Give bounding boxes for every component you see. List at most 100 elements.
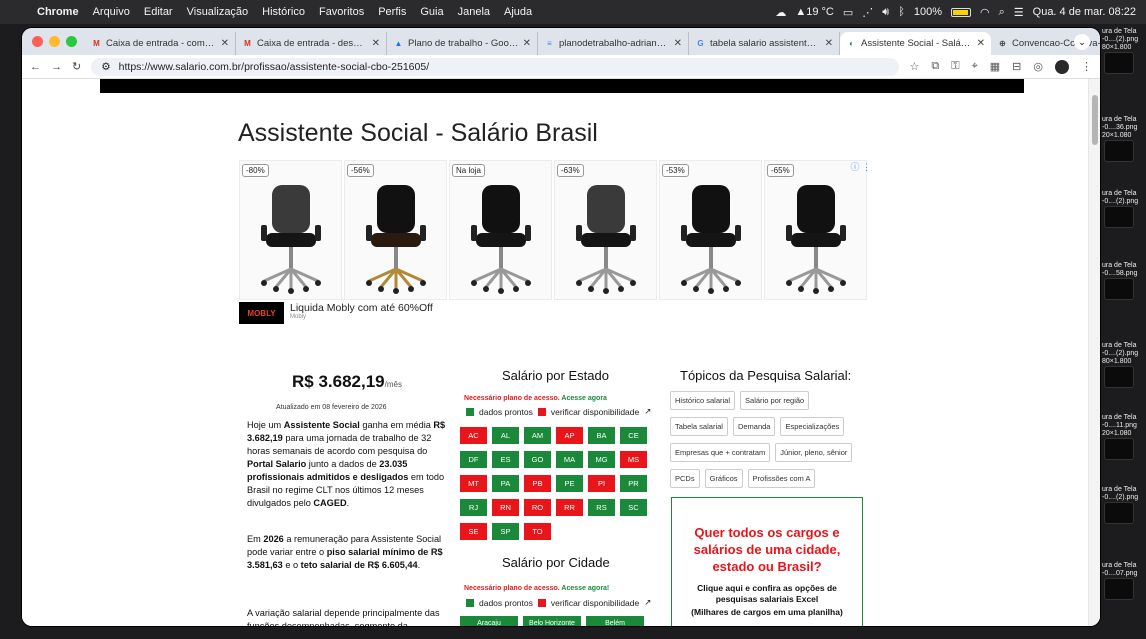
topic-tag[interactable]: Salário por região bbox=[740, 391, 810, 410]
desktop-file[interactable]: ura de Tela -0....(2).png 80×1.800 bbox=[1102, 342, 1146, 388]
ad-banner[interactable]: -65% -53% -63% Na loja -56% -80% ⓘ ⋮ bbox=[239, 160, 871, 300]
browser-tab[interactable]: M Caixa de entrada - desenvo ✕ bbox=[236, 32, 387, 55]
browser-tab[interactable]: ▲ Plano de trabalho - Google ✕ bbox=[387, 32, 538, 55]
close-tab-icon[interactable]: ✕ bbox=[825, 38, 833, 49]
state-button-al[interactable]: AL bbox=[492, 427, 519, 444]
state-button-mg[interactable]: MG bbox=[588, 451, 615, 468]
bluetooth-icon[interactable]: ᛒ bbox=[898, 6, 905, 18]
password-key-icon[interactable]: ⚿ bbox=[951, 60, 959, 73]
external-link-icon[interactable]: ↗ bbox=[644, 597, 651, 608]
city-button[interactable]: Belo Horizonte bbox=[523, 616, 581, 626]
city-access-link[interactable]: Acesse agora! bbox=[561, 585, 609, 592]
menu-arquivo[interactable]: Arquivo bbox=[86, 6, 137, 18]
state-button-sp[interactable]: SP bbox=[492, 523, 519, 540]
tab-search-chevron-icon[interactable]: ⌄ bbox=[1074, 34, 1090, 50]
screen-mirror-icon[interactable]: ▭ bbox=[843, 6, 853, 19]
topic-tag[interactable]: Profissões com A bbox=[747, 469, 816, 488]
browser-tab[interactable]: Gtabela salario assistente soc ✕ bbox=[689, 32, 840, 55]
desktop-file[interactable]: ura de Tela -0....07.png bbox=[1102, 562, 1146, 600]
close-tab-icon[interactable]: ✕ bbox=[674, 38, 682, 49]
state-button-es[interactable]: ES bbox=[492, 451, 519, 468]
desktop-file[interactable]: ura de Tela -0....(2).png bbox=[1102, 486, 1146, 524]
tab-title[interactable]: Plano de trabalho - Google bbox=[408, 38, 519, 49]
tab-groups-icon[interactable]: ⊟ bbox=[1012, 60, 1021, 73]
location-pin-icon[interactable]: ⌖ bbox=[972, 60, 978, 73]
back-arrow-icon[interactable]: ← bbox=[30, 61, 41, 73]
external-link-icon[interactable]: ↗ bbox=[644, 406, 651, 417]
minimize-window-button[interactable] bbox=[49, 36, 60, 47]
state-button-pi[interactable]: PI bbox=[588, 475, 615, 492]
state-button-pe[interactable]: PE bbox=[556, 475, 583, 492]
state-button-ce[interactable]: CE bbox=[620, 427, 647, 444]
city-button[interactable]: Aracaju bbox=[460, 616, 518, 626]
state-button-rr[interactable]: RR bbox=[556, 499, 583, 516]
state-button-pr[interactable]: PR bbox=[620, 475, 647, 492]
close-window-button[interactable] bbox=[32, 36, 43, 47]
state-button-ap[interactable]: AP bbox=[556, 427, 583, 444]
desktop-file[interactable]: ura de Tela -0....36.png 20×1.080 bbox=[1102, 116, 1146, 162]
tab-title[interactable]: tabela salario assistente soc bbox=[710, 38, 821, 49]
state-button-rj[interactable]: RJ bbox=[460, 499, 487, 516]
topic-tag[interactable]: Gráficos bbox=[704, 469, 743, 488]
menubar-clock[interactable]: Qua. 4 de mar. 08:22 bbox=[1033, 6, 1136, 18]
tab-title[interactable]: planodetrabalho-adrianaver bbox=[559, 38, 670, 49]
wifi-dots-icon[interactable]: ⋰ bbox=[862, 6, 873, 19]
volume-icon[interactable]: 🔊︎ bbox=[882, 6, 889, 19]
desktop-file[interactable]: ura de Tela -0....(2).png 80×1.800 bbox=[1102, 28, 1146, 74]
forward-arrow-icon[interactable]: → bbox=[51, 61, 62, 73]
menu-historico[interactable]: Histórico bbox=[255, 6, 312, 18]
menu-editar[interactable]: Editar bbox=[137, 6, 180, 18]
url-text[interactable]: https://www.salario.com.br/profissao/ass… bbox=[119, 61, 429, 73]
qr-code-icon[interactable]: ▦ bbox=[990, 60, 1000, 73]
state-button-df[interactable]: DF bbox=[460, 451, 487, 468]
topic-tag[interactable]: Júnior, pleno, sênior bbox=[775, 443, 853, 462]
wifi-icon[interactable]: ◠ bbox=[980, 6, 990, 19]
desktop-file[interactable]: ura de Tela -0....58.png bbox=[1102, 262, 1146, 300]
weather-temperature[interactable]: ▲19 °C bbox=[795, 6, 834, 18]
tab-title[interactable]: Caixa de entrada - desenvo bbox=[257, 38, 368, 49]
topic-tag[interactable]: Especializações bbox=[780, 417, 845, 436]
profile-avatar[interactable] bbox=[1055, 59, 1069, 74]
browser-tab[interactable]: ◐ Assistente Social - Salário B ✕ bbox=[840, 32, 991, 55]
ad-info-icon[interactable]: ⓘ ⋮ bbox=[850, 160, 871, 173]
browser-tab[interactable]: M Caixa de entrada - comunic ✕ bbox=[85, 32, 236, 55]
desktop-file[interactable]: ura de Tela -0....11.png 20×1.080 bbox=[1102, 414, 1146, 460]
ad-product-card[interactable]: -56% bbox=[344, 160, 447, 300]
state-button-pb[interactable]: PB bbox=[524, 475, 551, 492]
reload-icon[interactable]: ↻ bbox=[72, 60, 81, 73]
state-button-ba[interactable]: BA bbox=[588, 427, 615, 444]
menu-janela[interactable]: Janela bbox=[451, 6, 497, 18]
state-button-rn[interactable]: RN bbox=[492, 499, 519, 516]
state-button-ac[interactable]: AC bbox=[460, 427, 487, 444]
menu-visualizacao[interactable]: Visualização bbox=[180, 6, 256, 18]
state-access-link[interactable]: Acesse agora bbox=[561, 395, 607, 402]
ad-product-card[interactable]: Na loja bbox=[449, 160, 552, 300]
state-button-se[interactable]: SE bbox=[460, 523, 487, 540]
close-tab-icon[interactable]: ✕ bbox=[372, 38, 380, 49]
state-button-ma[interactable]: MA bbox=[556, 451, 583, 468]
ad-advertiser[interactable]: MOBLY Liquida Mobly com até 60%Off Mobly bbox=[239, 302, 433, 324]
menu-favoritos[interactable]: Favoritos bbox=[312, 6, 371, 18]
state-button-sc[interactable]: SC bbox=[620, 499, 647, 516]
state-button-ms[interactable]: MS bbox=[620, 451, 647, 468]
topic-tag[interactable]: Histórico salarial bbox=[670, 391, 736, 410]
more-menu-icon[interactable]: ⋮ bbox=[1081, 60, 1092, 73]
browser-tab[interactable]: ≡ planodetrabalho-adrianaver ✕ bbox=[538, 32, 689, 55]
tab-title[interactable]: Caixa de entrada - comunic bbox=[106, 38, 217, 49]
ad-product-card[interactable]: -53% bbox=[659, 160, 762, 300]
menu-ajuda[interactable]: Ajuda bbox=[497, 6, 539, 18]
promo-heading[interactable]: Quer todos os cargos e salários de uma c… bbox=[672, 524, 862, 575]
state-button-go[interactable]: GO bbox=[524, 451, 551, 468]
extensions-puzzle-icon[interactable]: ⧉ bbox=[931, 60, 939, 73]
bookmark-star-icon[interactable]: ☆ bbox=[909, 60, 919, 73]
search-icon[interactable]: ⌕ bbox=[999, 6, 1005, 19]
cloud-icon[interactable]: ☁ bbox=[775, 6, 786, 19]
control-center-icon[interactable]: ☰ bbox=[1014, 6, 1024, 19]
maximize-window-button[interactable] bbox=[66, 36, 77, 47]
state-button-mt[interactable]: MT bbox=[460, 475, 487, 492]
topic-tag[interactable]: Demanda bbox=[732, 417, 776, 436]
state-button-am[interactable]: AM bbox=[524, 427, 551, 444]
battery-icon[interactable] bbox=[950, 7, 971, 17]
excel-promo-box[interactable]: Quer todos os cargos e salários de uma c… bbox=[671, 497, 863, 626]
state-button-to[interactable]: TO bbox=[524, 523, 551, 540]
